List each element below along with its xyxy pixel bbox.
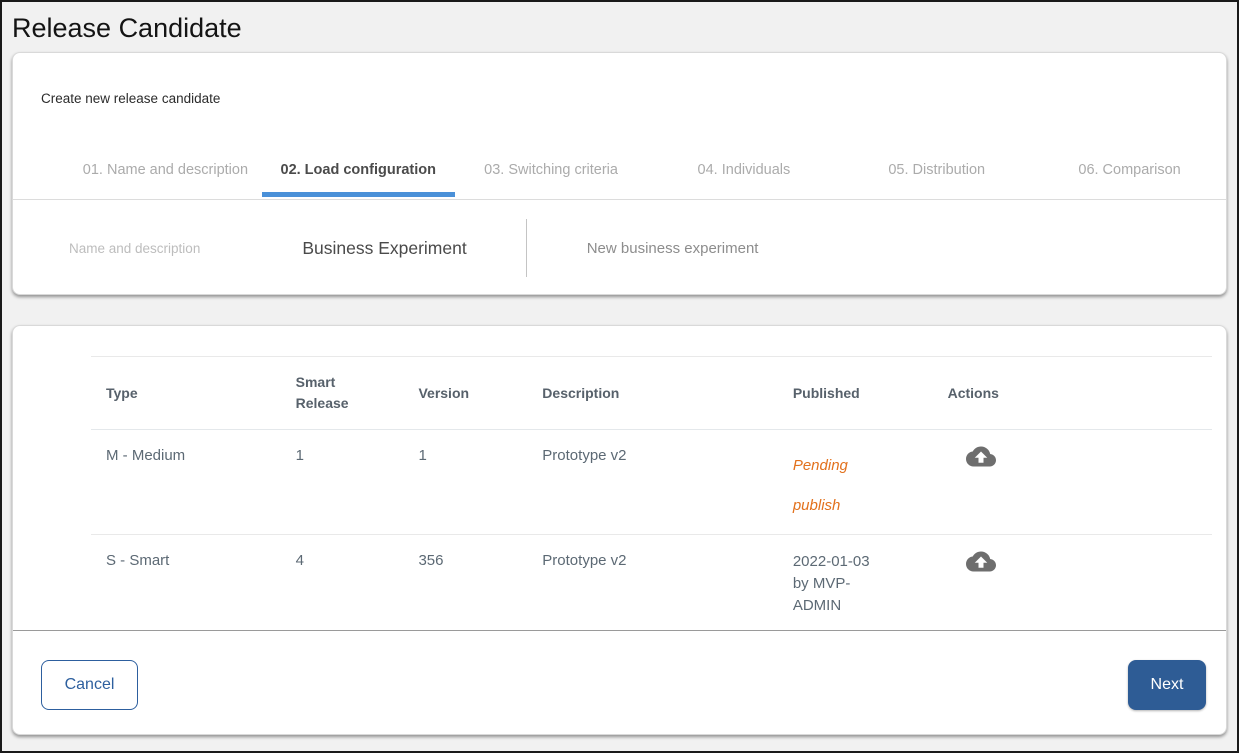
column-header-smart-release: Smart Release — [281, 357, 404, 430]
tab-load-configuration[interactable]: 02. Load configuration — [262, 146, 455, 199]
next-button[interactable]: Next — [1128, 660, 1206, 710]
cell-actions — [933, 535, 1212, 630]
wizard-step-tabs: 01. Name and description 02. Load config… — [13, 146, 1226, 200]
publish-button[interactable] — [966, 551, 996, 572]
cell-published: 2022-01-03 by MVP-ADMIN — [778, 535, 933, 630]
tab-load-configuration-label: 02. Load configuration — [281, 162, 436, 178]
subtab-business-experiment[interactable]: Business Experiment — [302, 238, 466, 259]
cloud-upload-icon — [966, 560, 996, 575]
column-header-description: Description — [527, 357, 778, 430]
cell-description: Prototype v2 — [527, 430, 778, 535]
column-header-version: Version — [403, 357, 527, 430]
tab-comparison[interactable]: 06. Comparison — [1033, 146, 1226, 199]
tab-individuals[interactable]: 04. Individuals — [647, 146, 840, 199]
cell-type: S - Smart — [91, 535, 281, 630]
tab-name-and-description[interactable]: 01. Name and description — [69, 146, 262, 199]
cell-type: M - Medium — [91, 430, 281, 535]
cell-smart-release: 4 — [281, 535, 404, 630]
page-title: Release Candidate — [12, 12, 1237, 44]
cloud-upload-icon — [966, 455, 996, 470]
published-date: 2022-01-03 by MVP-ADMIN — [793, 551, 885, 617]
cell-version: 1 — [403, 430, 527, 535]
wizard-card: Create new release candidate 01. Name an… — [12, 52, 1227, 295]
wizard-footer: Cancel Next — [13, 631, 1226, 710]
cell-actions — [933, 430, 1212, 535]
publish-button[interactable] — [966, 446, 996, 467]
column-header-type: Type — [91, 357, 281, 430]
wizard-heading: Create new release candidate — [41, 92, 1226, 106]
grid-card: Type Smart Release Version Description P… — [12, 325, 1227, 735]
table-row: S - Smart 4 356 Prototype v2 2022-01-03 … — [91, 535, 1212, 630]
cell-smart-release: 1 — [281, 430, 404, 535]
release-grid: Type Smart Release Version Description P… — [91, 356, 1212, 630]
cell-published: Pending publish — [778, 430, 933, 535]
cell-version: 356 — [403, 535, 527, 630]
column-header-actions: Actions — [933, 357, 1212, 430]
pending-publish-status: Pending publish — [793, 446, 885, 526]
cancel-button[interactable]: Cancel — [41, 660, 138, 710]
table-row: M - Medium 1 1 Prototype v2 Pending publ… — [91, 430, 1212, 535]
wizard-subtabs: Name and description Business Experiment… — [13, 200, 1226, 296]
grid-header-row: Type Smart Release Version Description P… — [91, 357, 1212, 430]
column-header-published: Published — [778, 357, 933, 430]
active-tab-underline — [262, 192, 455, 197]
tab-distribution[interactable]: 05. Distribution — [840, 146, 1033, 199]
subtab-divider — [526, 219, 527, 277]
subtab-name-and-description[interactable]: Name and description — [69, 241, 200, 256]
cell-description: Prototype v2 — [527, 535, 778, 630]
tab-switching-criteria[interactable]: 03. Switching criteria — [455, 146, 648, 199]
subtab-new-business-experiment[interactable]: New business experiment — [587, 240, 759, 257]
